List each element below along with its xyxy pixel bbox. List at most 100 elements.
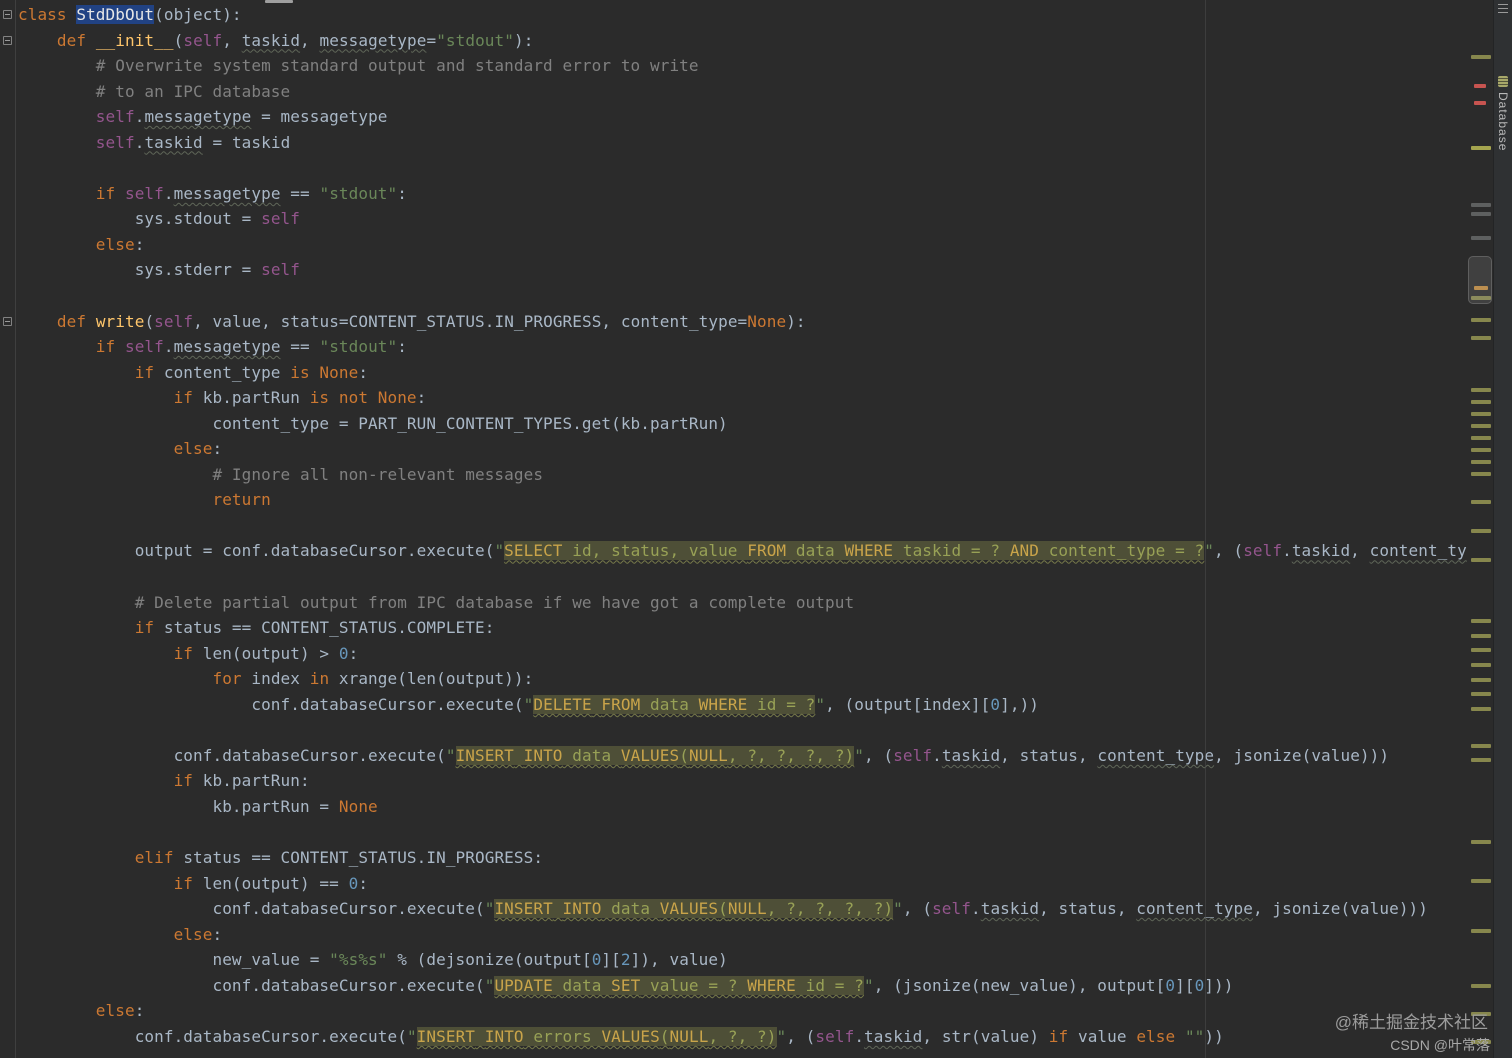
code-token: , status, <box>1039 899 1137 919</box>
code-token: messagetype <box>144 107 252 127</box>
code-line[interactable]: def __init__(self, taskid, messagetype="… <box>18 28 1494 54</box>
code-token: . <box>163 337 174 357</box>
code-token: INTO <box>523 745 563 765</box>
scrollbar-thumb[interactable] <box>1468 256 1492 304</box>
code-line[interactable]: conf.databaseCursor.execute("UPDATE data… <box>18 973 1494 999</box>
code-line[interactable] <box>18 283 1494 309</box>
code-line[interactable]: conf.databaseCursor.execute("INSERT INTO… <box>18 743 1494 769</box>
code-line[interactable]: if kb.partRun is not None: <box>18 385 1494 411</box>
menu-icon[interactable] <box>1498 4 1508 13</box>
stripe-mark[interactable] <box>1471 663 1491 667</box>
stripe-mark[interactable] <box>1471 436 1491 440</box>
fold-marker-icon[interactable] <box>3 10 12 19</box>
stripe-mark[interactable] <box>1471 744 1491 748</box>
code-line[interactable]: conf.databaseCursor.execute("INSERT INTO… <box>18 896 1494 922</box>
code-token: else <box>173 924 213 944</box>
stripe-mark[interactable] <box>1471 460 1491 464</box>
code-line[interactable]: if self.messagetype == "stdout": <box>18 181 1494 207</box>
code-line[interactable]: if len(output) > 0: <box>18 641 1494 667</box>
code-line[interactable]: kb.partRun = None <box>18 794 1494 820</box>
code-line[interactable] <box>18 717 1494 743</box>
editor-gutter[interactable] <box>0 0 16 1058</box>
code-line[interactable]: elif status == CONTENT_STATUS.IN_PROGRES… <box>18 845 1494 871</box>
code-line[interactable]: if kb.partRun: <box>18 768 1494 794</box>
code-token: new_value = <box>212 950 330 970</box>
code-line[interactable]: sys.stdout = self <box>18 206 1494 232</box>
stripe-mark[interactable] <box>1471 634 1491 638</box>
stripe-mark[interactable] <box>1471 448 1491 452</box>
code-line[interactable]: def write(self, value, status=CONTENT_ST… <box>18 309 1494 335</box>
fold-marker-icon[interactable] <box>3 35 12 45</box>
stripe-mark[interactable] <box>1471 500 1491 504</box>
code-token: , status, <box>1000 745 1098 765</box>
code-line[interactable]: conf.databaseCursor.execute("INSERT INTO… <box>18 1024 1494 1050</box>
stripe-mark[interactable] <box>1471 236 1491 240</box>
stripe-mark[interactable] <box>1471 648 1491 652</box>
code-token: " <box>484 899 495 919</box>
code-line[interactable]: self.taskid = taskid <box>18 130 1494 156</box>
code-line[interactable] <box>18 513 1494 539</box>
stripe-mark[interactable] <box>1471 840 1491 844</box>
code-line[interactable]: # Delete partial output from IPC databas… <box>18 590 1494 616</box>
stripe-mark[interactable] <box>1471 55 1491 59</box>
stripe-mark[interactable] <box>1471 424 1491 428</box>
code-area[interactable]: class StdDbOut(object): def __init__(sel… <box>0 0 1494 1058</box>
code-line[interactable]: new_value = "%s%s" % (dejsonize(output[0… <box>18 947 1494 973</box>
code-token: : <box>212 439 223 459</box>
stripe-mark[interactable] <box>1471 984 1491 988</box>
code-line[interactable] <box>18 155 1494 181</box>
stripe-mark[interactable] <box>1471 758 1491 762</box>
code-line[interactable]: # Ignore all non-relevant messages <box>18 462 1494 488</box>
code-line[interactable]: if status == CONTENT_STATUS.COMPLETE: <box>18 615 1494 641</box>
code-token: INTO <box>562 899 602 919</box>
code-token: ])) <box>1204 975 1234 995</box>
code-token: # to an IPC database <box>95 81 291 101</box>
code-line[interactable]: # to an IPC database <box>18 79 1494 105</box>
code-line[interactable]: conf.databaseCursor.execute("DELETE FROM… <box>18 692 1494 718</box>
stripe-mark[interactable] <box>1471 212 1491 216</box>
code-line[interactable]: if len(output) == 0: <box>18 871 1494 897</box>
stripe-mark[interactable] <box>1474 101 1486 105</box>
code-line[interactable]: return <box>18 487 1494 513</box>
stripe-mark[interactable] <box>1471 879 1491 883</box>
code-line[interactable]: else: <box>18 232 1494 258</box>
fold-marker-icon[interactable] <box>3 316 12 326</box>
stripe-mark[interactable] <box>1471 318 1491 322</box>
tool-window-stripe: Database <box>1493 0 1512 1058</box>
stripe-mark[interactable] <box>1471 692 1491 696</box>
database-tool-button[interactable]: Database <box>1494 76 1512 151</box>
code-line[interactable]: for index in xrange(len(output)): <box>18 666 1494 692</box>
stripe-mark[interactable] <box>1471 412 1491 416</box>
stripe-mark[interactable] <box>1471 400 1491 404</box>
stripe-mark[interactable] <box>1471 336 1491 340</box>
code-line[interactable]: else: <box>18 922 1494 948</box>
stripe-mark[interactable] <box>1471 529 1491 533</box>
stripe-mark[interactable] <box>1471 619 1491 623</box>
code-line[interactable]: else: <box>18 436 1494 462</box>
code-line[interactable]: output = conf.databaseCursor.execute("SE… <box>18 538 1494 564</box>
stripe-mark[interactable] <box>1471 203 1491 207</box>
code-line[interactable]: if self.messagetype == "stdout": <box>18 334 1494 360</box>
code-token: if <box>173 771 203 791</box>
code-line[interactable] <box>18 820 1494 846</box>
database-icon <box>1498 76 1508 87</box>
code-line[interactable]: sys.stderr = self <box>18 257 1494 283</box>
stripe-mark[interactable] <box>1471 558 1491 562</box>
code-line[interactable] <box>18 564 1494 590</box>
stripe-mark[interactable] <box>1471 472 1491 476</box>
code-line[interactable]: # Overwrite system standard output and s… <box>18 53 1494 79</box>
stripe-mark[interactable] <box>1471 929 1491 933</box>
code-token: == <box>280 337 320 357</box>
stripe-mark[interactable] <box>1474 84 1486 88</box>
code-line[interactable]: else: <box>18 998 1494 1024</box>
error-stripe-scrollbar[interactable] <box>1468 0 1494 1058</box>
stripe-mark[interactable] <box>1471 678 1491 682</box>
code-line[interactable]: self.messagetype = messagetype <box>18 104 1494 130</box>
stripe-mark[interactable] <box>1471 707 1491 711</box>
stripe-mark[interactable] <box>1471 388 1491 392</box>
code-line[interactable]: if content_type is None: <box>18 360 1494 386</box>
code-line[interactable]: content_type = PART_RUN_CONTENT_TYPES.ge… <box>18 411 1494 437</box>
code-line[interactable]: class StdDbOut(object): <box>18 2 1494 28</box>
code-token <box>552 899 563 919</box>
stripe-mark[interactable] <box>1471 146 1491 150</box>
